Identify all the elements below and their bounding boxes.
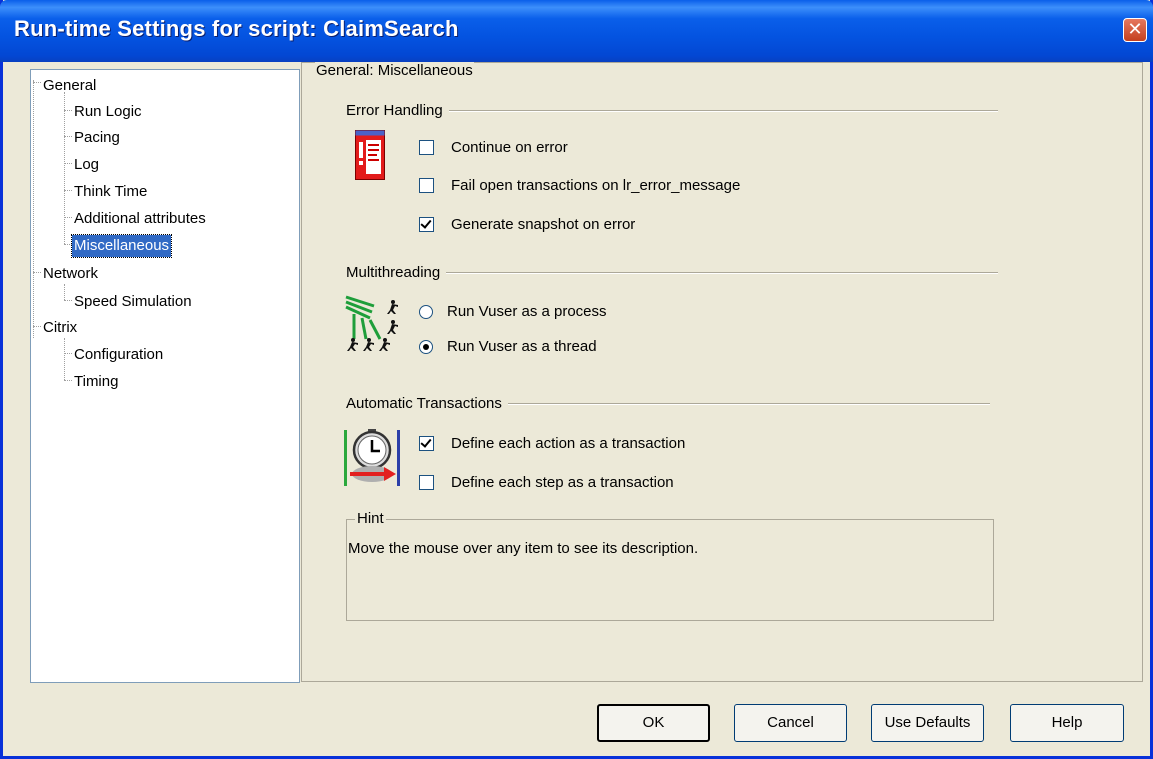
checkbox[interactable] xyxy=(419,217,434,232)
tree-line xyxy=(64,380,72,381)
radio-button[interactable] xyxy=(419,339,433,354)
tree-item-network[interactable]: Network xyxy=(41,263,100,285)
tree-line xyxy=(64,338,65,380)
tree-line xyxy=(64,300,72,301)
stopwatch-transaction-icon xyxy=(344,429,400,486)
run-as-thread-label: Run Vuser as a thread xyxy=(447,338,597,355)
tree-line xyxy=(33,82,41,83)
tree-item-additional-attributes[interactable]: Additional attributes xyxy=(72,208,208,230)
fail-open-transactions-label: Fail open transactions on lr_error_messa… xyxy=(451,177,741,194)
tree-item-general[interactable]: General xyxy=(41,75,98,97)
tree-line xyxy=(64,92,65,244)
panel-title: General: Miscellaneous xyxy=(315,62,474,79)
hint-text: Move the mouse over any item to see its … xyxy=(348,540,699,557)
define-action-transaction-label: Define each action as a transaction xyxy=(451,435,686,452)
define-step-transaction-label: Define each step as a transaction xyxy=(451,474,674,491)
tree-item-log[interactable]: Log xyxy=(72,154,101,176)
tree-line xyxy=(64,163,72,164)
checkbox[interactable] xyxy=(419,436,434,451)
run-as-process-label: Run Vuser as a process xyxy=(447,303,607,320)
help-button[interactable]: Help xyxy=(1010,704,1124,742)
tree-item-citrix[interactable]: Citrix xyxy=(41,317,79,339)
fail-open-transactions-checkbox[interactable]: Fail open transactions on lr_error_messa… xyxy=(419,177,740,194)
checkbox[interactable] xyxy=(419,178,434,193)
section-automatic-transactions: Automatic Transactions xyxy=(346,395,508,412)
tree-item-run-logic[interactable]: Run Logic xyxy=(72,101,144,123)
tree-line xyxy=(64,190,72,191)
tree-item-think-time[interactable]: Think Time xyxy=(72,181,149,203)
tree-line xyxy=(64,284,65,300)
tree-item-pacing[interactable]: Pacing xyxy=(72,127,122,149)
tree-item-speed-simulation[interactable]: Speed Simulation xyxy=(72,291,194,313)
close-icon: ✕ xyxy=(1127,19,1143,39)
cancel-button[interactable]: Cancel xyxy=(734,704,847,742)
error-document-icon xyxy=(355,130,385,180)
use-defaults-button[interactable]: Use Defaults xyxy=(871,704,984,742)
section-multithreading: Multithreading xyxy=(346,264,447,281)
tree-line xyxy=(64,244,72,245)
close-button[interactable]: ✕ xyxy=(1123,18,1147,42)
tree-item-miscellaneous[interactable]: Miscellaneous xyxy=(70,234,173,258)
tree-line xyxy=(64,353,72,354)
radio-button[interactable] xyxy=(419,304,433,319)
section-error-handling: Error Handling xyxy=(346,102,449,119)
multithread-runners-icon xyxy=(345,295,398,351)
tree-line xyxy=(64,136,72,137)
tree-item-configuration[interactable]: Configuration xyxy=(72,344,165,366)
ok-button[interactable]: OK xyxy=(597,704,710,742)
tree-line xyxy=(64,110,72,111)
tree-item-timing[interactable]: Timing xyxy=(72,371,120,393)
define-action-transaction-checkbox[interactable]: Define each action as a transaction xyxy=(419,435,685,452)
tree-line xyxy=(33,326,41,327)
generate-snapshot-label: Generate snapshot on error xyxy=(451,216,636,233)
hint-title: Hint xyxy=(355,510,386,527)
tree-line xyxy=(33,80,34,338)
tree-line xyxy=(64,217,72,218)
run-as-thread-radio[interactable]: Run Vuser as a thread xyxy=(419,338,597,355)
hint-box xyxy=(346,519,994,621)
continue-on-error-label: Continue on error xyxy=(451,139,568,156)
run-as-process-radio[interactable]: Run Vuser as a process xyxy=(419,303,607,320)
define-step-transaction-checkbox[interactable]: Define each step as a transaction xyxy=(419,474,674,491)
settings-tree[interactable]: General Run Logic Pacing Log Think Time … xyxy=(30,69,300,683)
tree-line xyxy=(33,272,41,273)
checkbox[interactable] xyxy=(419,140,434,155)
continue-on-error-checkbox[interactable]: Continue on error xyxy=(419,139,568,156)
window-title: Run-time Settings for script: ClaimSearc… xyxy=(14,16,459,41)
checkbox[interactable] xyxy=(419,475,434,490)
title-bar[interactable]: Run-time Settings for script: ClaimSearc… xyxy=(0,0,1153,62)
generate-snapshot-checkbox[interactable]: Generate snapshot on error xyxy=(419,216,635,233)
